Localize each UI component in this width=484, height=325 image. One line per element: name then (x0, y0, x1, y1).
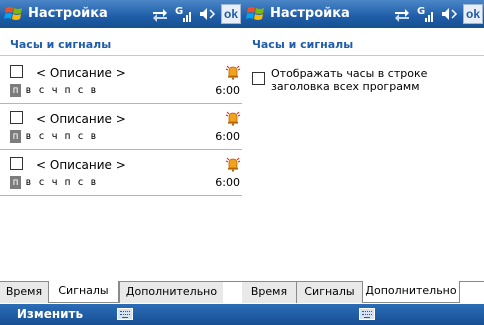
alarm-days: пвсчпсв (10, 84, 101, 98)
connectivity-icon[interactable] (150, 4, 170, 24)
day-toggle[interactable]: в (23, 130, 34, 143)
day-toggle[interactable]: ч (49, 176, 60, 189)
volume-icon[interactable] (440, 4, 460, 24)
day-toggle[interactable]: в (88, 130, 99, 143)
alarm-time[interactable]: 6:00 (215, 176, 240, 189)
day-toggle[interactable]: с (75, 84, 86, 97)
alarm-bell-icon[interactable] (225, 110, 241, 126)
day-toggle[interactable]: ч (49, 130, 60, 143)
alarm-row[interactable]: < Описание > п в с ч п с в 6:00 (0, 58, 242, 104)
menu-bar (242, 304, 484, 325)
ok-button[interactable]: ok (463, 4, 483, 24)
day-toggle[interactable]: с (36, 130, 47, 143)
alarm-time[interactable]: 6:00 (215, 130, 240, 143)
day-toggle[interactable]: п (62, 176, 73, 189)
alarm-enable-checkbox[interactable] (10, 65, 23, 78)
day-toggle[interactable]: п (10, 176, 21, 189)
heading-divider (0, 55, 242, 56)
tab-more[interactable]: Дополнительно (362, 281, 460, 303)
svg-text:G: G (175, 6, 183, 17)
windows-start-icon[interactable] (245, 3, 267, 25)
day-toggle[interactable]: в (23, 176, 34, 189)
alarm-days: пвсчпсв (10, 176, 101, 190)
show-clock-label[interactable]: Отображать часы в строке заголовка всех … (271, 67, 483, 93)
day-toggle[interactable]: в (88, 176, 99, 189)
alarm-row[interactable]: < Описание > п в с ч п с в 6:00 (0, 150, 242, 196)
window-title: Настройка (270, 6, 350, 21)
windows-start-icon[interactable] (3, 3, 25, 25)
tab-strip: Время Сигналы Дополнительно (242, 281, 484, 303)
volume-icon[interactable] (198, 4, 218, 24)
signal-strength-icon[interactable]: G (174, 4, 192, 24)
edit-softkey[interactable]: Изменить (0, 304, 100, 325)
alarm-time[interactable]: 6:00 (215, 84, 240, 97)
window-title: Настройка (28, 6, 108, 21)
tab-alarms[interactable]: Сигналы (296, 282, 362, 303)
title-bar: Настройка G ok (242, 0, 484, 28)
day-toggle[interactable]: п (10, 84, 21, 97)
tab-more[interactable]: Дополнительно (119, 282, 223, 303)
page-heading: Часы и сигналы (10, 38, 112, 51)
show-clock-checkbox[interactable] (252, 72, 265, 85)
keyboard-icon[interactable] (117, 308, 133, 320)
more-screen: Настройка G ok Часы и сигналы Отображать… (242, 0, 484, 325)
alarm-enable-checkbox[interactable] (10, 157, 23, 170)
tab-time[interactable]: Время (0, 282, 48, 303)
day-toggle[interactable]: п (10, 130, 21, 143)
connectivity-icon[interactable] (392, 4, 412, 24)
day-toggle[interactable]: в (23, 84, 34, 97)
alarm-row[interactable]: < Описание > п в с ч п с в 6:00 (0, 104, 242, 150)
svg-text:G: G (417, 6, 425, 17)
tab-alarms[interactable]: Сигналы (48, 281, 119, 303)
day-toggle[interactable]: в (88, 84, 99, 97)
row-divider (0, 195, 242, 196)
day-toggle[interactable]: с (36, 84, 47, 97)
ok-button[interactable]: ok (221, 4, 241, 24)
alarm-days: пвсчпсв (10, 130, 101, 144)
keyboard-icon[interactable] (359, 308, 375, 320)
title-bar: Настройка G ok (0, 0, 242, 28)
alarm-enable-checkbox[interactable] (10, 111, 23, 124)
day-toggle[interactable]: с (36, 176, 47, 189)
alarm-description[interactable]: < Описание > (36, 158, 126, 172)
page-heading: Часы и сигналы (252, 38, 354, 51)
day-toggle[interactable]: с (75, 176, 86, 189)
menu-bar: Изменить (0, 304, 242, 325)
day-toggle[interactable]: п (62, 130, 73, 143)
alarm-description[interactable]: < Описание > (36, 112, 126, 126)
alarm-bell-icon[interactable] (225, 156, 241, 172)
tab-strip: Время Сигналы Дополнительно (0, 281, 242, 303)
day-toggle[interactable]: п (62, 84, 73, 97)
alarms-screen: Настройка G ok Часы и сигналы < Описание… (0, 0, 242, 325)
alarm-bell-icon[interactable] (225, 64, 241, 80)
day-toggle[interactable]: с (75, 130, 86, 143)
signal-strength-icon[interactable]: G (416, 4, 434, 24)
alarm-description[interactable]: < Описание > (36, 66, 126, 80)
day-toggle[interactable]: ч (49, 84, 60, 97)
tab-time[interactable]: Время (242, 282, 296, 303)
heading-divider (242, 55, 484, 56)
